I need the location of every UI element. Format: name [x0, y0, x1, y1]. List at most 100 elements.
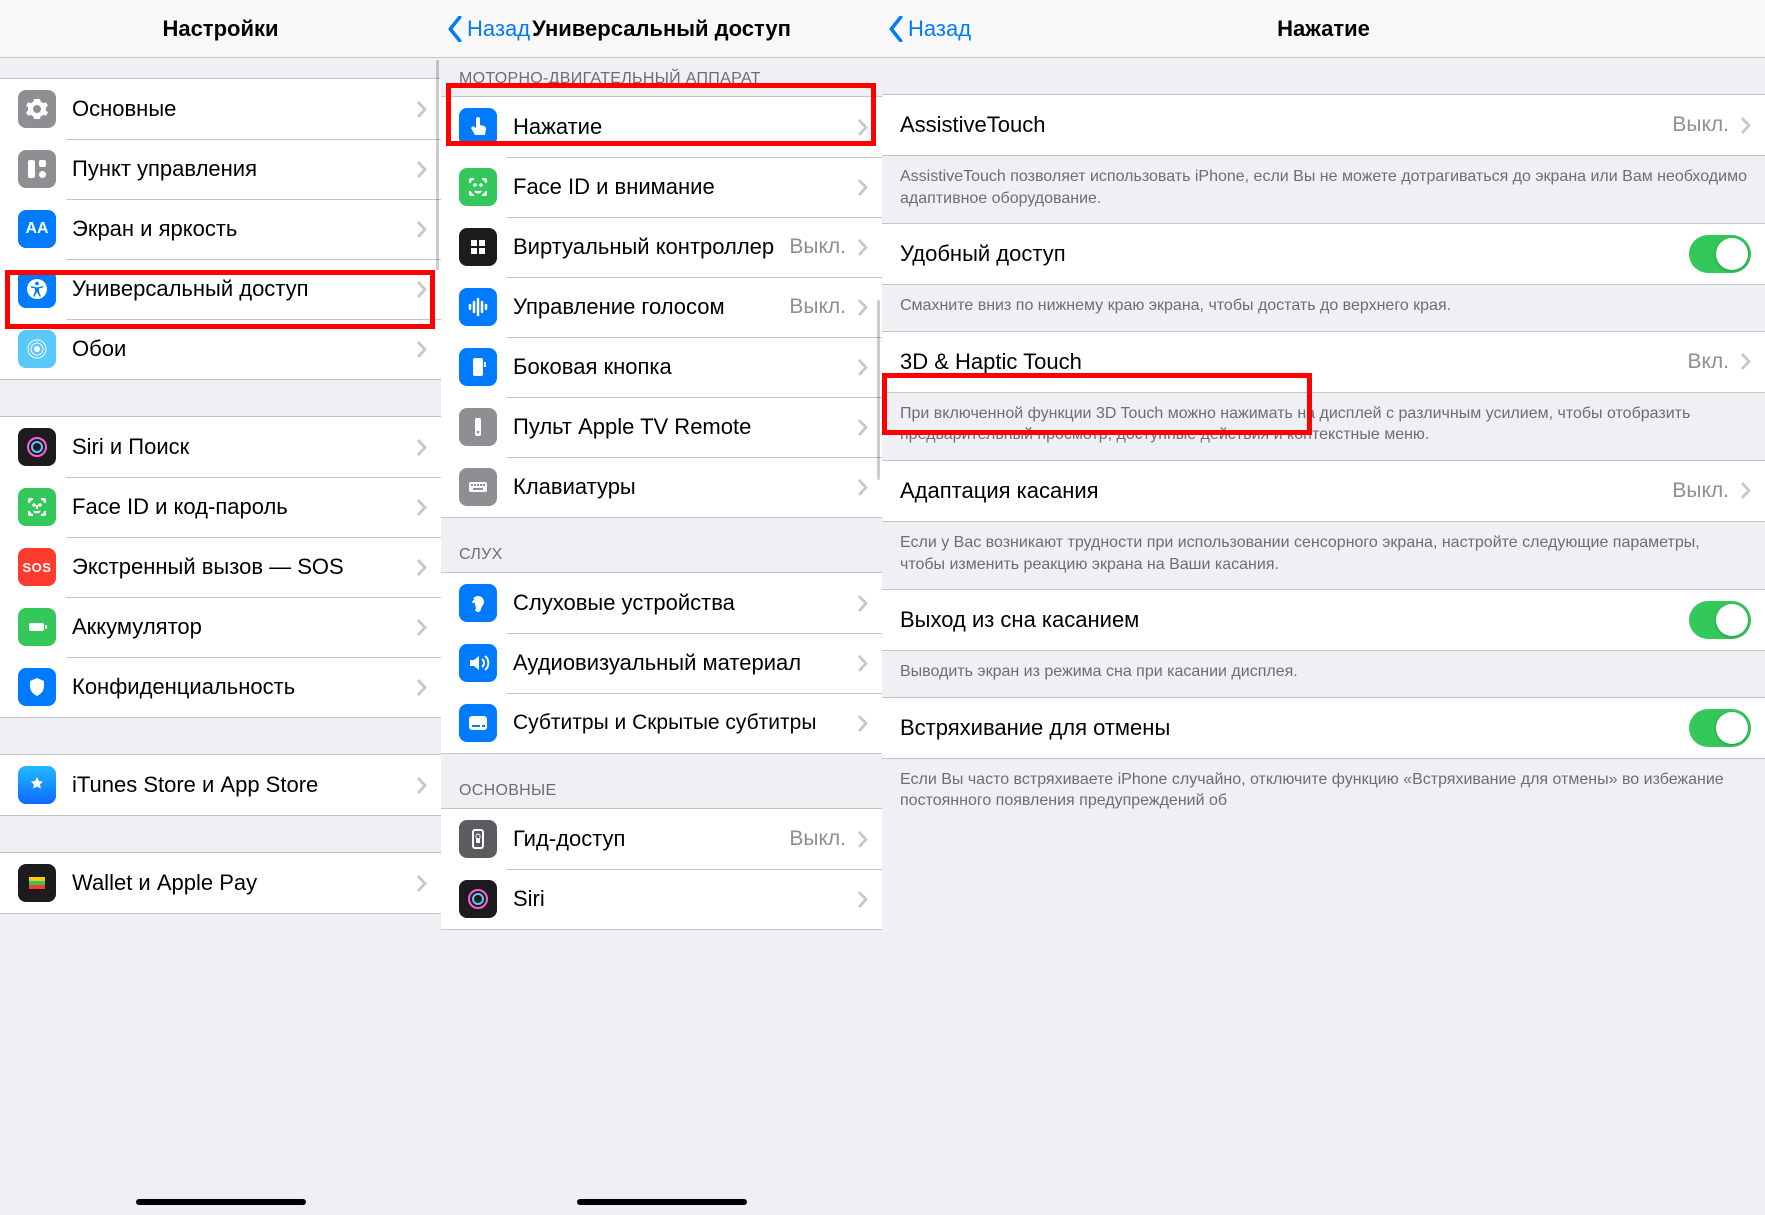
row-siri-acc[interactable]: Siri: [441, 869, 882, 929]
row-switch-control[interactable]: Виртуальный контроллер Выкл.: [441, 217, 882, 277]
accom-group: Адаптация касания Выкл.: [882, 460, 1765, 522]
chevron-right-icon: [858, 831, 868, 848]
chevron-right-icon: [417, 499, 427, 516]
hearing-group: Слуховые устройства Аудиовизуальный мате…: [441, 572, 882, 754]
row-value: Выкл.: [789, 827, 846, 851]
back-label: Назад: [467, 16, 530, 42]
row-shake-to-undo[interactable]: Встряхивание для отмены: [882, 698, 1765, 758]
row-touch[interactable]: Нажатие: [441, 97, 882, 157]
chevron-right-icon: [417, 101, 427, 118]
back-button[interactable]: Назад: [882, 16, 971, 42]
row-audiovisual[interactable]: Аудиовизуальный материал: [441, 633, 882, 693]
row-label: Клавиатуры: [513, 474, 850, 500]
chevron-right-icon: [858, 655, 868, 672]
row-wallpaper[interactable]: Обои: [0, 319, 441, 379]
subtitles-icon: [459, 704, 497, 742]
tapwake-group: Выход из сна касанием: [882, 589, 1765, 651]
row-label: Обои: [72, 336, 409, 362]
row-label: Wallet и Apple Pay: [72, 870, 409, 896]
row-haptic-touch[interactable]: 3D & Haptic Touch Вкл.: [882, 332, 1765, 392]
row-reachability[interactable]: Удобный доступ: [882, 224, 1765, 284]
row-itunes[interactable]: iTunes Store и App Store: [0, 755, 441, 815]
chevron-right-icon: [1741, 117, 1751, 134]
chevron-right-icon: [858, 299, 868, 316]
row-label: Удобный доступ: [900, 241, 1689, 267]
chevron-right-icon: [417, 221, 427, 238]
row-label: Siri: [513, 886, 850, 912]
voice-control-icon: [459, 288, 497, 326]
row-tap-to-wake[interactable]: Выход из сна касанием: [882, 590, 1765, 650]
row-label: Универсальный доступ: [72, 276, 409, 302]
row-faceid[interactable]: Face ID и код-пароль: [0, 477, 441, 537]
row-label: Слуховые устройства: [513, 590, 850, 616]
row-label: Боковая кнопка: [513, 354, 850, 380]
reachability-switch[interactable]: [1689, 235, 1751, 273]
battery-icon: [18, 608, 56, 646]
haptic-footer: При включенной функции 3D Touch можно на…: [882, 393, 1765, 460]
row-label: Аудиовизуальный материал: [513, 650, 850, 676]
section-header-hearing: СЛУХ: [441, 518, 882, 572]
nav-bar: Назад Универсальный доступ: [441, 0, 882, 58]
row-hearing-devices[interactable]: Слуховые устройства: [441, 573, 882, 633]
row-value: Выкл.: [1672, 479, 1729, 503]
back-button[interactable]: Назад: [441, 16, 530, 42]
row-display[interactable]: AA Экран и яркость: [0, 199, 441, 259]
chevron-right-icon: [858, 239, 868, 256]
row-wallet[interactable]: Wallet и Apple Pay: [0, 853, 441, 913]
row-label: Экран и яркость: [72, 216, 409, 242]
keyboard-icon: [459, 468, 497, 506]
row-guided-access[interactable]: Гид-доступ Выкл.: [441, 809, 882, 869]
settings-group-4: Wallet и Apple Pay: [0, 852, 441, 914]
row-side-button[interactable]: Боковая кнопка: [441, 337, 882, 397]
scroll-indicator: [877, 300, 880, 480]
row-label: Пульт Apple TV Remote: [513, 414, 850, 440]
row-faceid-attention[interactable]: Face ID и внимание: [441, 157, 882, 217]
accom-footer: Если у Вас возникают трудности при испол…: [882, 522, 1765, 589]
side-button-icon: [459, 348, 497, 386]
row-accessibility[interactable]: Универсальный доступ: [0, 259, 441, 319]
nav-bar: Назад Нажатие: [882, 0, 1765, 58]
chevron-right-icon: [417, 439, 427, 456]
assistive-footer: AssistiveTouch позволяет использовать iP…: [882, 156, 1765, 223]
row-subtitles[interactable]: Субтитры и Скрытые субтитры: [441, 693, 882, 753]
row-voice-control[interactable]: Управление голосом Выкл.: [441, 277, 882, 337]
tap-to-wake-switch[interactable]: [1689, 601, 1751, 639]
ear-icon: [459, 584, 497, 622]
row-control-center[interactable]: Пункт управления: [0, 139, 441, 199]
guided-access-icon: [459, 820, 497, 858]
chevron-right-icon: [417, 559, 427, 576]
row-label: Face ID и код-пароль: [72, 494, 409, 520]
row-label: Face ID и внимание: [513, 174, 850, 200]
home-indicator: [577, 1199, 747, 1205]
row-siri[interactable]: Siri и Поиск: [0, 417, 441, 477]
row-label: Siri и Поиск: [72, 434, 409, 460]
siri-icon: [459, 880, 497, 918]
home-indicator: [136, 1199, 306, 1205]
row-tv-remote[interactable]: Пульт Apple TV Remote: [441, 397, 882, 457]
privacy-icon: [18, 668, 56, 706]
faceid-icon: [459, 168, 497, 206]
section-header-general: ОСНОВНЫЕ: [441, 754, 882, 808]
haptic-group: 3D & Haptic Touch Вкл.: [882, 331, 1765, 393]
chevron-right-icon: [858, 479, 868, 496]
row-assistive-touch[interactable]: AssistiveTouch Выкл.: [882, 95, 1765, 155]
row-privacy[interactable]: Конфиденциальность: [0, 657, 441, 717]
chevron-right-icon: [417, 281, 427, 298]
chevron-right-icon: [1741, 482, 1751, 499]
back-label: Назад: [908, 16, 971, 42]
row-general[interactable]: Основные: [0, 79, 441, 139]
shake-to-undo-switch[interactable]: [1689, 709, 1751, 747]
reach-group: Удобный доступ: [882, 223, 1765, 285]
row-keyboards[interactable]: Клавиатуры: [441, 457, 882, 517]
chevron-right-icon: [417, 679, 427, 696]
chevron-right-icon: [417, 341, 427, 358]
row-battery[interactable]: Аккумулятор: [0, 597, 441, 657]
chevron-right-icon: [417, 161, 427, 178]
chevron-right-icon: [1741, 353, 1751, 370]
row-sos[interactable]: SOS Экстренный вызов — SOS: [0, 537, 441, 597]
touch-pane: Назад Нажатие AssistiveTouch Выкл. Assis…: [882, 0, 1765, 1215]
row-label: Пункт управления: [72, 156, 409, 182]
appstore-icon: [18, 766, 56, 804]
assistive-group: AssistiveTouch Выкл.: [882, 94, 1765, 156]
row-touch-accommodations[interactable]: Адаптация касания Выкл.: [882, 461, 1765, 521]
